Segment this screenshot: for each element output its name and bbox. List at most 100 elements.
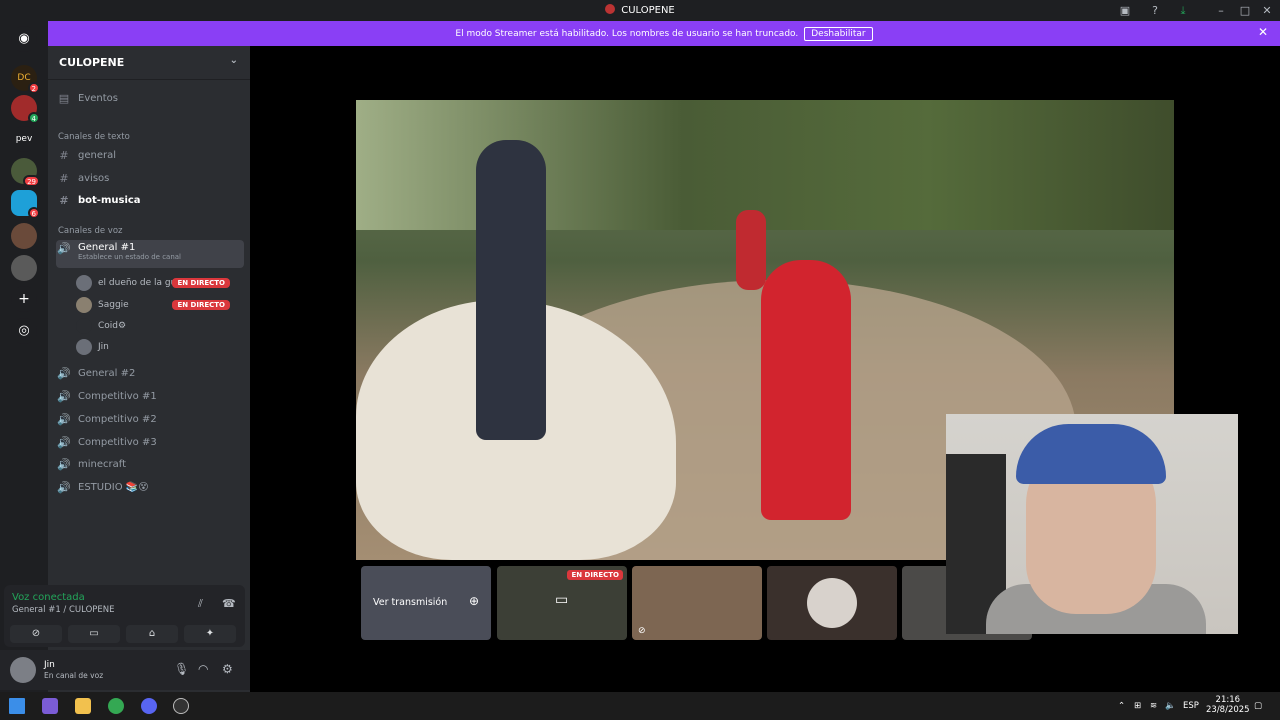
inbox-icon[interactable]: ▣ (1118, 4, 1132, 17)
events-item[interactable]: ▤ Eventos (56, 88, 244, 108)
volume-icon[interactable]: 🔈 (1165, 701, 1176, 711)
avatar[interactable] (10, 657, 36, 683)
channel-bot-musica[interactable]: # bot-musica (56, 190, 244, 210)
hash-icon: # (59, 193, 69, 207)
voice-connection-panel: Voz conectada General #1 / CULOPENE ⫽ ☎ … (4, 585, 245, 647)
server-culopene[interactable]: 4 (11, 95, 40, 124)
discord-home-icon[interactable]: ◉ (11, 26, 37, 52)
voice-user[interactable]: Coid⚙ (76, 316, 236, 336)
camera-off-button[interactable]: ⊘ (10, 625, 62, 643)
explore-icon[interactable]: ◎ (11, 318, 37, 344)
speaker-icon: 🔊 (57, 242, 71, 255)
server-dc[interactable]: DC 2 (11, 65, 40, 94)
participant-tile[interactable] (767, 566, 897, 640)
voice-category[interactable]: Canales de voz (58, 226, 122, 236)
live-badge: EN DIRECTO (172, 300, 230, 310)
server-header[interactable]: CULOPENE ⌄ (48, 46, 250, 80)
video-figure (736, 210, 766, 290)
share-screen-button[interactable]: ▭ (68, 625, 120, 643)
avatar (76, 275, 92, 291)
window-title: CULOPENE (0, 4, 1280, 16)
stage-area: Ver transmisión ⊕ EN DIRECTO ▭ ⊘ (250, 46, 1280, 692)
app-taskbar-icon[interactable] (173, 698, 189, 714)
notifications-icon[interactable]: ▢ (1254, 701, 1262, 711)
voice-channel[interactable]: 🔊 Competitivo #3 (56, 432, 244, 452)
video-figure (761, 260, 851, 520)
close-banner-icon[interactable]: ✕ (1258, 25, 1268, 39)
webcam-overlay (946, 414, 1238, 634)
file-explorer-icon[interactable] (75, 698, 91, 714)
username: Jin (44, 660, 55, 670)
minimize-icon[interactable]: – (1214, 4, 1228, 17)
voice-status: Voz conectada (12, 592, 85, 603)
chevron-down-icon[interactable]: ⌄ (230, 55, 238, 66)
headphones-icon[interactable]: ◠ (198, 662, 208, 676)
voice-channel[interactable]: 🔊 ESTUDIO 📚😵 (56, 477, 244, 497)
server-logo-icon (605, 4, 616, 14)
voice-location[interactable]: General #1 / CULOPENE (12, 605, 115, 615)
speaker-icon: 🔊 (57, 457, 71, 471)
settings-icon[interactable]: ⚙ (222, 662, 233, 676)
server-5[interactable]: 6 (11, 190, 40, 219)
speaker-icon: 🔊 (57, 435, 71, 449)
stream-tile[interactable]: EN DIRECTO ▭ (497, 566, 627, 640)
voice-channel-general-1[interactable]: 🔊 General #1 Establece un estado de canal (56, 240, 244, 268)
live-badge: EN DIRECTO (172, 278, 230, 288)
voice-channel[interactable]: 🔊 Competitivo #2 (56, 409, 244, 429)
screen-icon: ▭ (555, 592, 569, 608)
maximize-icon[interactable]: □ (1238, 4, 1252, 17)
avatar (76, 318, 92, 334)
server-pev[interactable]: pev (11, 126, 37, 152)
server-6[interactable] (11, 223, 37, 249)
network-icon[interactable]: ≋ (1150, 701, 1157, 711)
start-icon[interactable] (9, 698, 25, 714)
streamer-mode-banner: El modo Streamer está habilitado. Los no… (48, 21, 1280, 46)
avatar (807, 578, 857, 628)
banner-message: El modo Streamer está habilitado. Los no… (455, 29, 799, 39)
channel-general[interactable]: # general (56, 145, 244, 165)
avatar (76, 297, 92, 313)
voice-channel[interactable]: 🔊 Competitivo #1 (56, 386, 244, 406)
calendar-icon: ▤ (58, 91, 70, 105)
stream-tile[interactable]: Ver transmisión ⊕ (361, 566, 491, 640)
disable-streamer-button[interactable]: Deshabilitar (804, 27, 873, 41)
tray-app-icon[interactable]: ⊞ (1134, 701, 1141, 711)
title-bar: CULOPENE ▣ ? ⤓ – □ ✕ (0, 0, 1280, 21)
language-indicator[interactable]: ESP (1183, 701, 1199, 711)
watch-stream-label[interactable]: Ver transmisión (373, 597, 447, 608)
download-icon[interactable]: ⤓ (1176, 4, 1190, 18)
user-panel: Jin En canal de voz 🎙 ◠ ⚙ (0, 650, 250, 690)
avatar (76, 339, 92, 355)
user-status: En canal de voz (44, 671, 104, 680)
voice-user[interactable]: el dueño de la gu... EN DIRECTO (76, 273, 236, 293)
text-category[interactable]: Canales de texto (58, 132, 130, 142)
hash-icon: # (59, 148, 69, 162)
voice-user[interactable]: Saggie EN DIRECTO (76, 295, 236, 315)
soundboard-button[interactable]: ✦ (184, 625, 236, 643)
voice-user[interactable]: Jin (76, 337, 236, 357)
server-7[interactable] (11, 255, 37, 281)
speaker-icon: 🔊 (57, 366, 71, 380)
chrome-icon[interactable] (108, 698, 124, 714)
server-4[interactable]: 29 (11, 158, 40, 187)
speaker-icon: 🔊 (57, 389, 71, 403)
clock[interactable]: 21:16 23/8/2025 (1206, 695, 1250, 715)
voice-channel[interactable]: 🔊 minecraft (56, 454, 244, 474)
muted-icon: ⊘ (638, 626, 646, 636)
participant-tile[interactable]: ⊘ (632, 566, 762, 640)
close-window-icon[interactable]: ✕ (1260, 4, 1274, 17)
help-icon[interactable]: ? (1148, 4, 1162, 17)
discord-taskbar-icon[interactable] (141, 698, 157, 714)
activities-button[interactable]: ⌂ (126, 625, 178, 643)
voice-channel[interactable]: 🔊 General #2 (56, 363, 244, 383)
zoom-icon[interactable]: ⊕ (469, 594, 479, 608)
add-server-icon[interactable]: + (11, 286, 37, 312)
noise-suppression-icon[interactable]: ⫽ (198, 597, 203, 611)
channel-avisos[interactable]: # avisos (56, 168, 244, 188)
microphone-icon[interactable]: 🎙 (174, 662, 189, 676)
taskbar: ⌃ ⊞ ≋ 🔈 ESP 21:16 23/8/2025 ▢ (0, 692, 1280, 720)
copilot-icon[interactable] (42, 698, 58, 714)
video-figure (476, 140, 546, 440)
disconnect-icon[interactable]: ☎ (222, 597, 236, 610)
tray-expand-icon[interactable]: ⌃ (1118, 701, 1125, 711)
